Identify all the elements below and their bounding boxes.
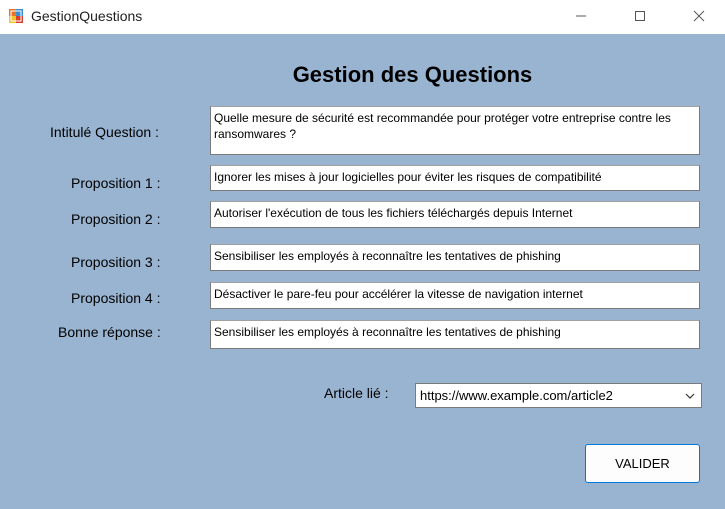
question-field[interactable]: Quelle mesure de sécurité est recommandé… bbox=[210, 106, 700, 155]
proposition-2-label: Proposition 2 : bbox=[71, 211, 161, 227]
maximize-icon bbox=[635, 11, 645, 21]
minimize-button[interactable] bbox=[558, 0, 604, 32]
correct-answer-field[interactable]: Sensibiliser les employés à reconnaître … bbox=[210, 320, 700, 349]
proposition-1-field[interactable]: Ignorer les mises à jour logicielles pou… bbox=[210, 165, 700, 191]
page-title: Gestion des Questions bbox=[292, 62, 533, 87]
proposition-4-field[interactable]: Désactiver le pare-feu pour accélérer la… bbox=[210, 282, 700, 309]
question-label: Intitulé Question : bbox=[50, 124, 159, 140]
validate-button[interactable]: VALIDER bbox=[585, 444, 700, 483]
chevron-down-icon bbox=[685, 393, 695, 399]
window-title: GestionQuestions bbox=[31, 8, 143, 24]
title-bar: GestionQuestions bbox=[0, 0, 725, 34]
close-icon bbox=[693, 10, 705, 22]
close-button[interactable] bbox=[676, 0, 722, 32]
proposition-4-label: Proposition 4 : bbox=[71, 290, 161, 306]
article-label: Article lié : bbox=[324, 385, 389, 401]
proposition-2-field[interactable]: Autoriser l'exécution de tous les fichie… bbox=[210, 201, 700, 228]
minimize-icon bbox=[576, 15, 586, 17]
proposition-3-label: Proposition 3 : bbox=[71, 254, 161, 270]
correct-answer-label: Bonne réponse : bbox=[58, 324, 161, 340]
proposition-1-label: Proposition 1 : bbox=[71, 175, 161, 191]
article-selected-value: https://www.example.com/article2 bbox=[420, 388, 613, 403]
maximize-button[interactable] bbox=[617, 0, 663, 32]
article-select[interactable]: https://www.example.com/article2 bbox=[415, 383, 702, 408]
app-icon bbox=[8, 8, 24, 24]
proposition-3-field[interactable]: Sensibiliser les employés à reconnaître … bbox=[210, 244, 700, 271]
